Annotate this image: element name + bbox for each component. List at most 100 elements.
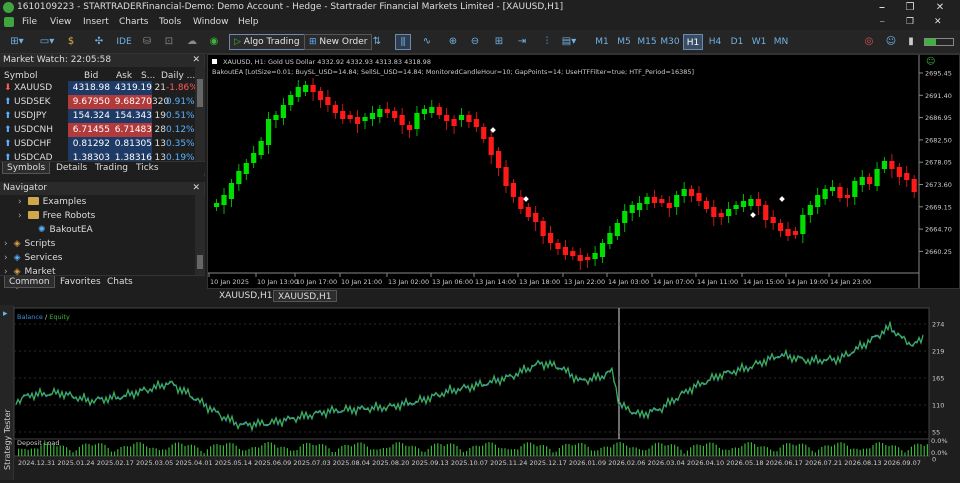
dollar-icon[interactable]: $ <box>64 34 78 50</box>
ide-button[interactable]: IDE <box>115 34 133 50</box>
candlestick-chart[interactable]: XAUUSD, H1: Gold US Dollar 4332.92 4332.… <box>208 55 959 288</box>
templates-icon[interactable]: ▤▾ <box>560 34 578 50</box>
alert-icon[interactable]: ◎ <box>862 34 876 50</box>
chevron-right-icon[interactable]: › <box>4 239 8 249</box>
new-chart-icon[interactable]: ⊞▾ <box>6 34 28 50</box>
timeframe-m1[interactable]: M1 <box>592 34 612 50</box>
load-bar <box>728 449 730 456</box>
database-icon[interactable]: ⛁ <box>140 34 154 50</box>
timeframe-w1[interactable]: W1 <box>749 34 769 50</box>
zoom-in-icon[interactable]: ⊕ <box>446 34 460 50</box>
menu-window[interactable]: Window <box>193 17 229 27</box>
lock-icon[interactable]: ⊡ <box>162 34 176 50</box>
mdi-close-button[interactable]: ✕ <box>934 17 942 27</box>
tab-details[interactable]: Details <box>52 162 91 174</box>
chart-tab[interactable]: XAUUSD,H1 <box>215 290 277 302</box>
timeframe-m15[interactable]: M15 <box>636 34 658 50</box>
chevron-right-icon[interactable]: › <box>18 211 22 221</box>
navigator-item[interactable]: › Examples <box>18 196 86 209</box>
autoscroll-icon[interactable]: ⇥ <box>515 34 529 50</box>
navigator-item[interactable]: › Free Robots <box>18 210 95 223</box>
symbol-row[interactable]: ⬆ USDCHF 0.81292 0.81305 13 0.35% <box>0 137 195 151</box>
grid-icon[interactable]: ⊞ <box>492 34 506 50</box>
tester-y-label: 219 <box>932 348 944 356</box>
menu-charts[interactable]: Charts <box>119 17 148 27</box>
chart-menu-icon[interactable] <box>212 59 217 64</box>
market-watch-scrollbar[interactable] <box>195 67 205 165</box>
load-bar <box>789 443 791 456</box>
mdi-restore-button[interactable]: ❐ <box>906 17 914 27</box>
mdi-minimize-button[interactable]: ⎯ <box>880 17 885 27</box>
timeframe-h4[interactable]: H4 <box>705 34 725 50</box>
load-bar <box>210 446 212 456</box>
user-icon[interactable]: ☺ <box>884 34 898 50</box>
menu-file[interactable]: File <box>22 17 37 27</box>
trade-marker[interactable] <box>779 196 785 202</box>
load-bar <box>245 450 247 456</box>
timeframe-m30[interactable]: M30 <box>659 34 681 50</box>
symbol-row[interactable]: ⬆ USDCNH 6.71455 6.71483 28 0.12% <box>0 123 195 137</box>
app-icon <box>3 2 14 13</box>
menu-insert[interactable]: Insert <box>83 17 109 27</box>
symbol-row[interactable]: ⬆ USDSEK 9.67950 9.68270 320 0.91% <box>0 95 195 109</box>
load-bar <box>283 446 285 456</box>
network-icon[interactable]: ✣ <box>92 34 106 50</box>
timeframe-h1[interactable]: H1 <box>683 34 703 50</box>
profiles-icon[interactable]: ▭▾ <box>36 34 58 50</box>
trade-levels-icon[interactable]: ⇅ <box>370 34 384 50</box>
price-chart[interactable]: XAUUSD, H1: Gold US Dollar 4332.92 4332.… <box>207 54 960 289</box>
expand-icon[interactable]: ▸ <box>3 309 8 319</box>
close-button[interactable]: ✕ <box>930 1 950 14</box>
app-menu-icon[interactable] <box>4 17 14 27</box>
indicators-icon[interactable]: ⫶ <box>540 34 554 50</box>
timeframe-m5[interactable]: M5 <box>614 34 634 50</box>
minimize-button[interactable]: ⎯ <box>872 1 892 14</box>
load-bar <box>146 446 148 456</box>
bear-candle <box>488 137 494 155</box>
maximize-button[interactable]: ❐ <box>900 1 920 14</box>
chevron-right-icon[interactable]: › <box>4 253 8 263</box>
tab-ticks[interactable]: Ticks <box>132 162 163 174</box>
menu-tools[interactable]: Tools <box>159 17 181 27</box>
tab-common[interactable]: Common <box>4 276 55 288</box>
menu-help[interactable]: Help <box>238 17 259 27</box>
line-chart-icon[interactable]: ∿ <box>420 34 434 50</box>
chart-tab-active[interactable]: XAUUSD,H1 <box>273 290 337 302</box>
navigator-item[interactable]: ✺ BakoutEA <box>32 224 93 237</box>
chevron-right-icon[interactable]: › <box>18 197 22 207</box>
load-bar <box>770 449 772 456</box>
signal-icon[interactable]: ▮ <box>904 34 918 50</box>
cloud-icon[interactable]: ☁ <box>185 34 199 50</box>
navigator-item[interactable]: › ◈ Services <box>4 252 62 265</box>
navigator-item[interactable]: › ◈ Scripts <box>4 238 55 251</box>
tab-favorites[interactable]: Favorites <box>56 276 105 288</box>
new-order-button[interactable]: ⊞ New Order <box>304 34 373 50</box>
tab-chats[interactable]: Chats <box>103 276 137 288</box>
tab-trading[interactable]: Trading <box>91 162 132 174</box>
bear-candle <box>496 151 502 168</box>
load-bar <box>680 449 682 456</box>
symbol-row[interactable]: ⬆ USDJPY 154.324 154.343 19 0.51% <box>0 109 195 123</box>
load-bar <box>709 442 711 456</box>
navigator-scrollbar[interactable] <box>195 195 205 275</box>
tab-symbols[interactable]: Symbols <box>2 162 51 174</box>
timeframe-mn[interactable]: MN <box>771 34 791 50</box>
timeframe-d1[interactable]: D1 <box>727 34 747 50</box>
candlestick-icon[interactable]: ⫼ <box>395 34 411 50</box>
bull-candle <box>228 183 235 199</box>
vps-icon[interactable]: ◉ <box>207 34 221 50</box>
tester-graph[interactable]: Balance / Equity Deposit Load 274 219 165 1… <box>0 305 960 480</box>
menu-view[interactable]: View <box>50 17 71 27</box>
expert-advisor-icon: ✺ <box>38 225 46 235</box>
symbol-row[interactable]: ⬇ XAUUSD 4318.98 4319.19 21 -1.86% <box>0 81 198 95</box>
tester-side-tab[interactable]: ▸ Strategy Tester <box>0 305 14 480</box>
trade-marker[interactable] <box>523 196 529 202</box>
load-bar <box>50 442 52 456</box>
zoom-out-icon[interactable]: ⊖ <box>468 34 482 50</box>
algo-trading-button[interactable]: ▷ Algo Trading <box>229 34 305 50</box>
category-icon: ◈ <box>13 253 21 263</box>
close-icon[interactable]: ✕ <box>192 54 200 67</box>
spread-value: 21 <box>154 83 166 93</box>
trade-marker[interactable] <box>750 212 756 218</box>
close-icon[interactable]: ✕ <box>192 182 200 195</box>
